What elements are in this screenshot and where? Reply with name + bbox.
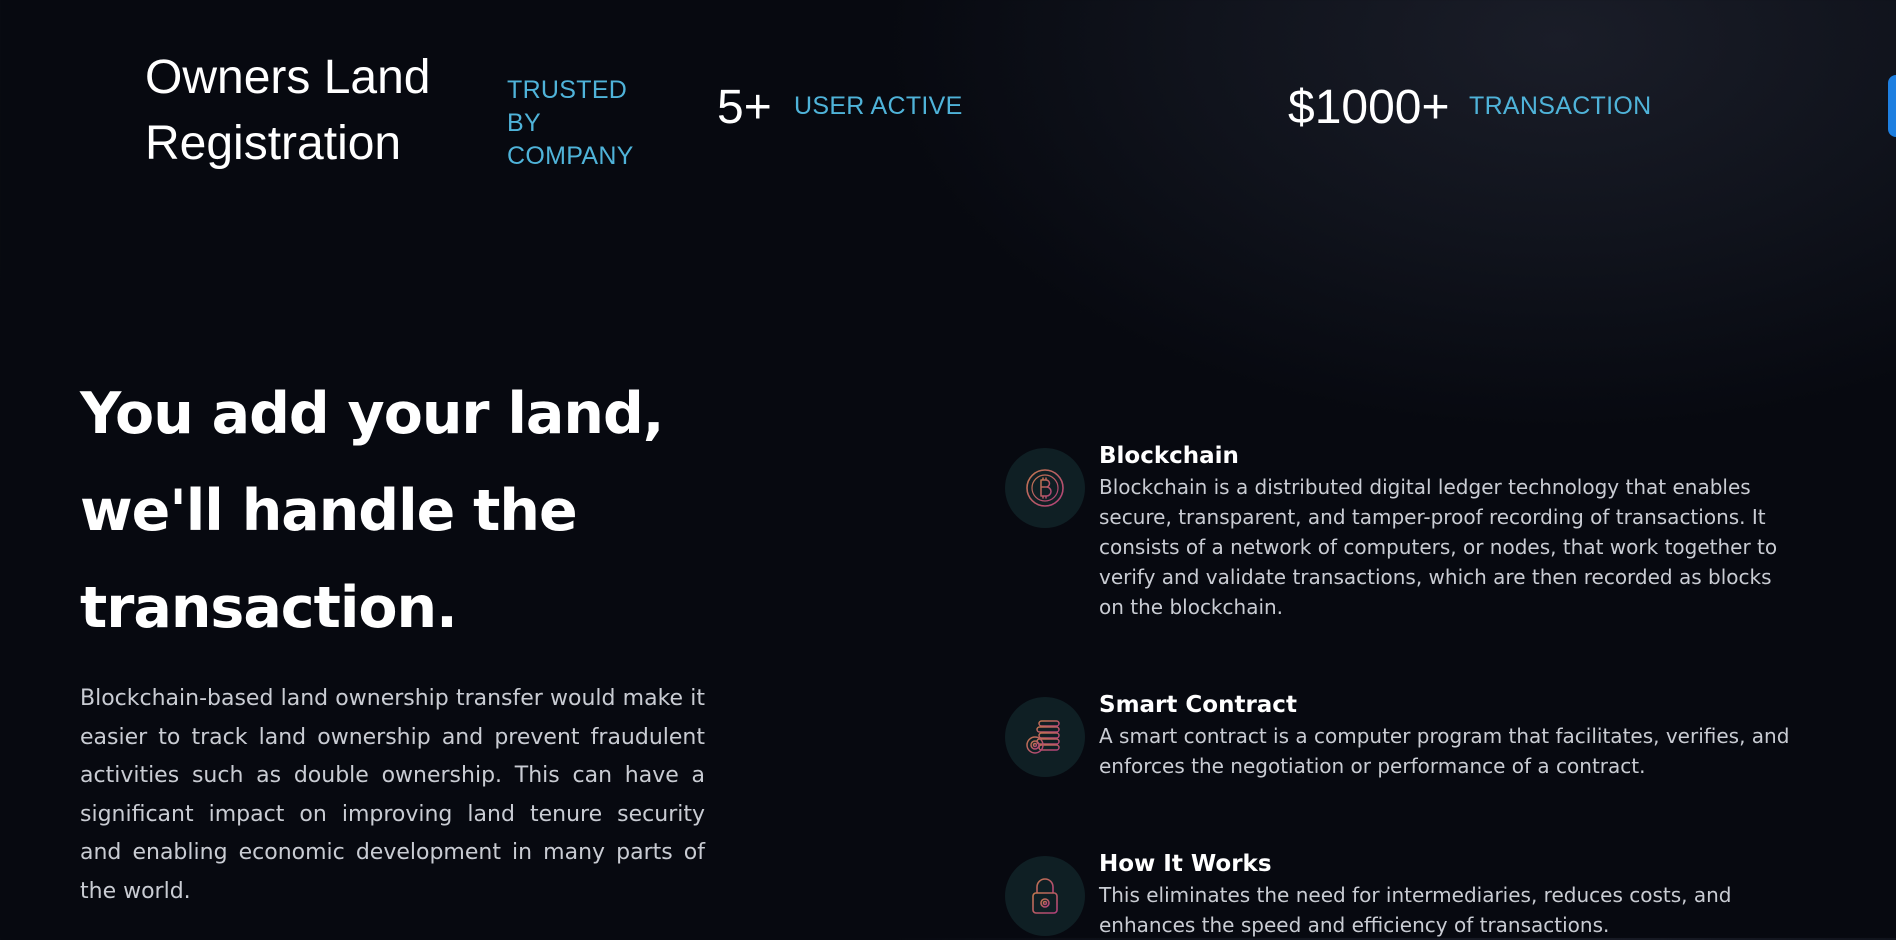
feature-text: This eliminates the need for intermediar… bbox=[1099, 883, 1732, 937]
feature-title: Blockchain bbox=[1099, 443, 1239, 469]
hero-title: You add your land, we'll handle the tran… bbox=[80, 381, 664, 641]
feature-title: How It Works bbox=[1099, 851, 1272, 877]
trusted-by-label: TRUSTED BY COMPANY bbox=[507, 76, 634, 170]
users-active-value: 5+ bbox=[717, 81, 772, 134]
side-edge-button[interactable] bbox=[1888, 75, 1896, 137]
bitcoin-icon bbox=[1005, 448, 1085, 528]
feature-text: Blockchain is a distributed digital ledg… bbox=[1099, 475, 1778, 619]
users-active-label: USER ACTIVE bbox=[794, 92, 963, 120]
brand-title: Owners Land Registration bbox=[145, 51, 431, 170]
transaction-label: TRANSACTION bbox=[1469, 92, 1652, 120]
lock-icon bbox=[1005, 856, 1085, 936]
coins-stack-icon bbox=[1005, 697, 1085, 777]
feature-text: A smart contract is a computer program t… bbox=[1099, 724, 1790, 778]
feature-title: Smart Contract bbox=[1099, 692, 1297, 718]
hero-description: Blockchain-based land ownership transfer… bbox=[80, 686, 705, 904]
transaction-value: $1000+ bbox=[1288, 81, 1450, 134]
